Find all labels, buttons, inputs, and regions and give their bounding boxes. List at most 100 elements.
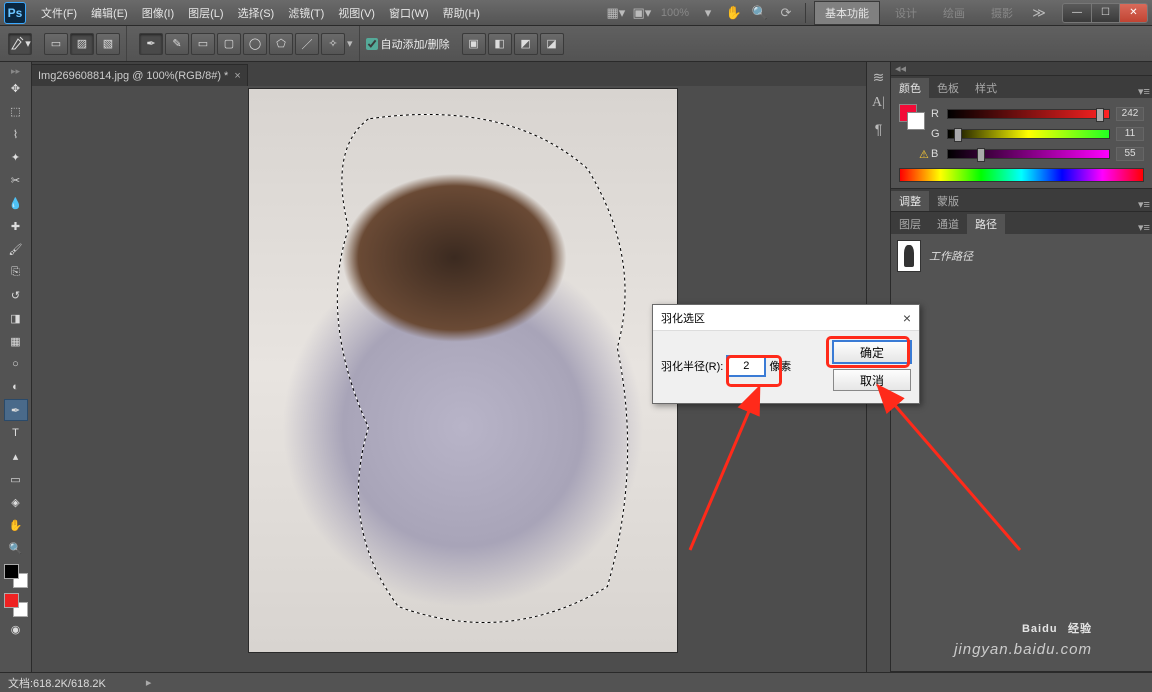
status-doc-size: 文档:618.2K/618.2K <box>8 675 106 691</box>
menu-edit[interactable]: 编辑(E) <box>84 0 135 26</box>
pen-tool-icon[interactable]: ✒ <box>139 33 163 55</box>
paragraph-panel-icon[interactable]: ¶ <box>870 120 888 138</box>
more-workspaces-icon[interactable]: ≫ <box>1028 2 1050 24</box>
path-mode-fill-icon[interactable]: ▧ <box>96 33 120 55</box>
tool-preset-pen-icon[interactable]: ▾ <box>8 33 32 55</box>
arrange-docs-icon[interactable]: ▦▾ <box>605 2 627 24</box>
menu-layer[interactable]: 图层(L) <box>181 0 230 26</box>
workspace-painting[interactable]: 绘画 <box>932 1 976 25</box>
tab-adjustments[interactable]: 调整 <box>891 191 929 211</box>
zoom-icon[interactable]: 🔍 <box>749 2 771 24</box>
lasso-tool-icon[interactable]: ⌇ <box>4 123 28 145</box>
tab-channels[interactable]: 通道 <box>929 214 967 234</box>
pen-tool-icon[interactable]: ✒ <box>4 399 28 421</box>
feather-radius-input[interactable] <box>727 356 765 376</box>
hand-icon[interactable]: ✋ <box>723 2 745 24</box>
status-menu-icon[interactable]: ▸ <box>146 676 152 689</box>
eraser-tool-icon[interactable]: ◨ <box>4 307 28 329</box>
type-tool-icon[interactable]: T <box>4 422 28 444</box>
slider-b[interactable] <box>947 149 1110 159</box>
dodge-tool-icon[interactable]: ◐ <box>4 376 28 398</box>
auto-add-delete-input[interactable] <box>366 38 378 50</box>
maximize-button[interactable]: ☐ <box>1091 4 1119 22</box>
value-r[interactable]: 242 <box>1116 107 1144 121</box>
tab-styles[interactable]: 样式 <box>967 78 1005 98</box>
path-mode-path-icon[interactable]: ▨ <box>70 33 94 55</box>
menu-select[interactable]: 选择(S) <box>231 0 282 26</box>
dialog-close-icon[interactable]: × <box>903 310 911 326</box>
bg-color-swatch[interactable] <box>907 112 925 130</box>
zoom-level[interactable]: 100% <box>657 7 693 19</box>
character-panel-icon[interactable]: A| <box>870 94 888 112</box>
workspace-photography[interactable]: 摄影 <box>980 1 1024 25</box>
ok-button[interactable]: 确定 <box>833 341 911 363</box>
path-item-work-path[interactable]: 工作路径 <box>895 238 1148 274</box>
history-panel-icon[interactable]: ≋ <box>870 68 888 86</box>
tab-masks[interactable]: 蒙版 <box>929 191 967 211</box>
path-exclude-icon[interactable]: ◪ <box>540 33 564 55</box>
minimize-button[interactable]: — <box>1063 4 1091 22</box>
hand-tool-icon[interactable]: ✋ <box>4 514 28 536</box>
path-mode-shape-icon[interactable]: ▭ <box>44 33 68 55</box>
line-shape-icon[interactable]: ／ <box>295 33 319 55</box>
path-intersect-icon[interactable]: ◩ <box>514 33 538 55</box>
options-bar: ▾ ▭ ▨ ▧ ✒ ✎ ▭ ▢ ◯ ⬠ ／ ✧ ▾ 自动添加/删除 ▣ ◧ ◩ … <box>0 26 1152 62</box>
slider-r[interactable] <box>947 109 1110 119</box>
polygon-shape-icon[interactable]: ⬠ <box>269 33 293 55</box>
path-combine-icon[interactable]: ▣ <box>462 33 486 55</box>
value-g[interactable]: 11 <box>1116 127 1144 141</box>
paths-panel-menu-icon[interactable]: ▾≡ <box>1136 221 1152 234</box>
foreground-background-swatch[interactable] <box>4 564 28 588</box>
menu-file[interactable]: 文件(F) <box>34 0 84 26</box>
freeform-pen-icon[interactable]: ✎ <box>165 33 189 55</box>
menu-window[interactable]: 窗口(W) <box>382 0 436 26</box>
marquee-tool-icon[interactable]: ⬚ <box>4 100 28 122</box>
value-b[interactable]: 55 <box>1116 147 1144 161</box>
workspace-essentials[interactable]: 基本功能 <box>814 1 880 25</box>
clone-stamp-tool-icon[interactable]: ⎘ <box>4 261 28 283</box>
rectangle-shape-icon[interactable]: ▭ <box>191 33 215 55</box>
color-ramp[interactable] <box>899 168 1144 182</box>
screen-mode-icon[interactable]: ▣▾ <box>631 2 653 24</box>
brush-tool-icon[interactable]: 🖌 <box>4 238 28 260</box>
path-subtract-icon[interactable]: ◧ <box>488 33 512 55</box>
3d-tool-icon[interactable]: ◈ <box>4 491 28 513</box>
close-tab-icon[interactable]: × <box>234 70 240 82</box>
dialog-titlebar[interactable]: 羽化选区 × <box>653 305 919 331</box>
window-controls: — ☐ ✕ <box>1062 3 1148 23</box>
menu-filter[interactable]: 滤镜(T) <box>281 0 331 26</box>
move-tool-icon[interactable]: ✥ <box>4 77 28 99</box>
blur-tool-icon[interactable]: ○ <box>4 353 28 375</box>
foreground-background-swatch-2[interactable] <box>4 593 28 617</box>
custom-shape-icon[interactable]: ✧ <box>321 33 345 55</box>
rotate-icon[interactable]: ⟳ <box>775 2 797 24</box>
extras-icon[interactable]: ▾ <box>697 2 719 24</box>
eyedropper-tool-icon[interactable]: 💧 <box>4 192 28 214</box>
tab-color[interactable]: 颜色 <box>891 78 929 98</box>
menu-image[interactable]: 图像(I) <box>135 0 181 26</box>
tab-paths[interactable]: 路径 <box>967 214 1005 234</box>
auto-add-delete-checkbox[interactable]: 自动添加/删除 <box>366 36 450 52</box>
tab-layers[interactable]: 图层 <box>891 214 929 234</box>
crop-tool-icon[interactable]: ✂ <box>4 169 28 191</box>
close-button[interactable]: ✕ <box>1119 4 1147 22</box>
healing-brush-tool-icon[interactable]: ✚ <box>4 215 28 237</box>
tab-swatches[interactable]: 色板 <box>929 78 967 98</box>
adjustments-panel-menu-icon[interactable]: ▾≡ <box>1136 198 1152 211</box>
menu-view[interactable]: 视图(V) <box>331 0 382 26</box>
rounded-rect-shape-icon[interactable]: ▢ <box>217 33 241 55</box>
panel-collapse-bar[interactable]: ◂◂ <box>891 62 1152 76</box>
history-brush-tool-icon[interactable]: ↺ <box>4 284 28 306</box>
magic-wand-tool-icon[interactable]: ✦ <box>4 146 28 168</box>
path-select-tool-icon[interactable]: ▴ <box>4 445 28 467</box>
quick-mask-icon[interactable]: ◉ <box>4 618 28 640</box>
zoom-tool-icon[interactable]: 🔍 <box>4 537 28 559</box>
ellipse-shape-icon[interactable]: ◯ <box>243 33 267 55</box>
document-tab[interactable]: Img269608814.jpg @ 100%(RGB/8#) * × <box>32 64 248 86</box>
gradient-tool-icon[interactable]: ▦ <box>4 330 28 352</box>
menu-help[interactable]: 帮助(H) <box>436 0 487 26</box>
slider-g[interactable] <box>947 129 1110 139</box>
color-panel-menu-icon[interactable]: ▾≡ <box>1136 85 1152 98</box>
workspace-design[interactable]: 设计 <box>884 1 928 25</box>
shape-tool-icon[interactable]: ▭ <box>4 468 28 490</box>
